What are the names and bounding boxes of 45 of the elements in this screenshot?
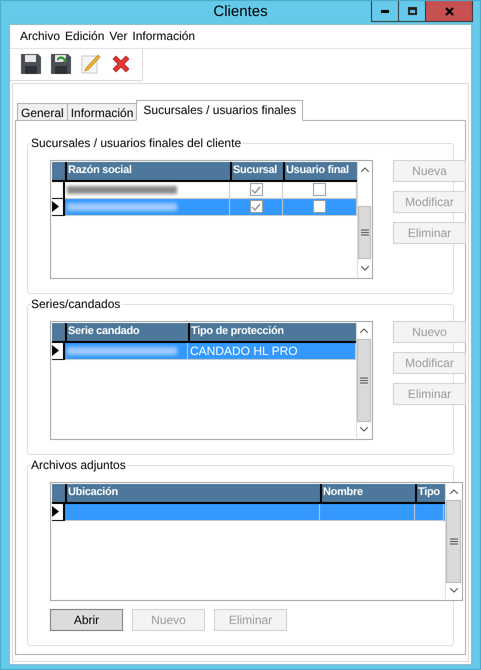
table-cell-text: CANDADO HL PRO <box>190 342 298 360</box>
tab[interactable]: General <box>17 102 68 120</box>
scroll-up-icon[interactable] <box>360 167 368 172</box>
group-title: Sucursales / usuarios finales del cliente <box>31 136 242 150</box>
scrollbar-thumb[interactable] <box>357 338 371 422</box>
row-pointer-icon <box>52 201 59 212</box>
action-button[interactable]: Abrir <box>50 608 123 630</box>
menu-item[interactable]: Información <box>132 27 196 45</box>
column-header[interactable]: Razón social <box>65 162 230 180</box>
column-header[interactable]: Nombre <box>320 484 415 502</box>
tab[interactable]: Información <box>66 102 138 120</box>
column-header[interactable]: Ubicación <box>65 484 320 502</box>
checkbox[interactable] <box>313 183 326 196</box>
scrollbar[interactable] <box>356 322 371 438</box>
close-icon[interactable] <box>444 6 454 16</box>
menu-item[interactable]: Ver <box>109 27 128 45</box>
window-title: Clientes <box>213 2 268 22</box>
tab[interactable]: Sucursales / usuarios finales <box>136 100 304 120</box>
scroll-up-icon[interactable] <box>450 489 458 494</box>
floppy-refresh-icon[interactable] <box>50 53 72 75</box>
table-row[interactable]: CANDADO HL PRO <box>52 342 356 360</box>
row-pointer-icon <box>52 506 59 517</box>
close-button[interactable] <box>426 1 472 21</box>
delete-x-icon[interactable] <box>110 53 132 75</box>
column-header[interactable]: Serie candado <box>65 322 188 340</box>
scroll-down-icon[interactable] <box>450 588 458 593</box>
table-row[interactable] <box>52 504 445 520</box>
scrollbar[interactable] <box>357 162 371 276</box>
menu-item[interactable]: Archivo <box>20 27 60 45</box>
table-row[interactable] <box>52 182 357 198</box>
checkbox[interactable] <box>250 183 262 196</box>
scrollbar-thumb[interactable] <box>358 206 371 258</box>
scrollbar[interactable] <box>445 484 461 598</box>
menu-item[interactable]: Edición <box>65 27 104 45</box>
pencil-icon[interactable] <box>80 53 102 75</box>
column-header[interactable]: Sucursal <box>230 162 283 180</box>
scroll-down-icon[interactable] <box>360 266 368 271</box>
group-title: Series/candados <box>31 296 122 310</box>
scrollbar-thumb[interactable] <box>446 500 461 582</box>
checkbox[interactable] <box>313 200 326 213</box>
scroll-up-icon[interactable] <box>360 328 368 333</box>
group-title: Archivos adjuntos <box>31 458 127 472</box>
row-pointer-icon <box>52 345 59 356</box>
checkbox[interactable] <box>250 200 262 213</box>
scroll-down-icon[interactable] <box>360 427 368 432</box>
